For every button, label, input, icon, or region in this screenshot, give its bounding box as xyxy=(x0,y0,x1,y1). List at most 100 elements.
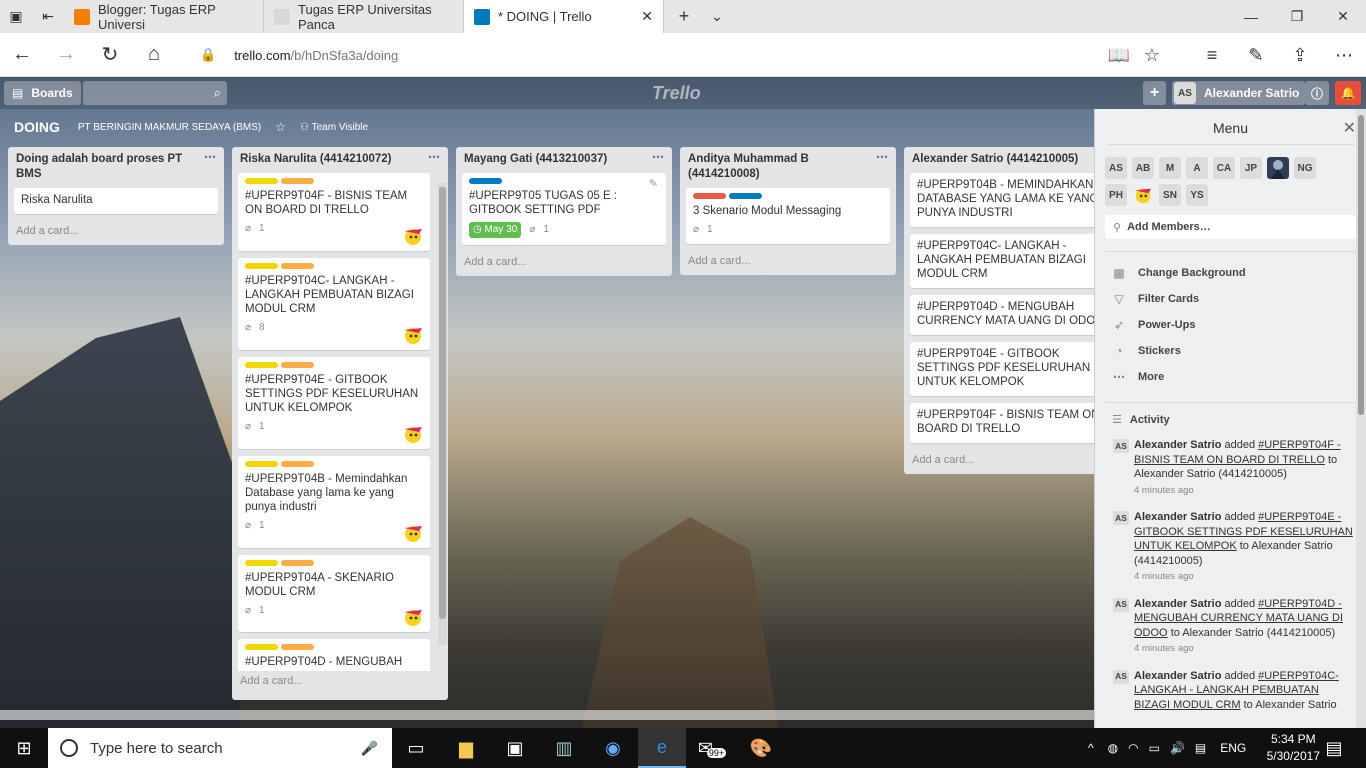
change-background-item[interactable]: ▩ Change Background xyxy=(1095,260,1366,286)
url-field[interactable]: 🔒 trello.com/b/hDnSfa3a/doing xyxy=(200,33,398,77)
avatar[interactable]: NG xyxy=(1294,157,1316,179)
list-header[interactable]: Mayang Gati (4413210037) ⋯ xyxy=(462,147,666,173)
header-search-input[interactable]: ⌕ xyxy=(83,81,227,105)
due-date-badge[interactable]: ◷ May 30 xyxy=(469,222,522,238)
more-item[interactable]: ⋯ More xyxy=(1095,364,1366,390)
notes-icon[interactable]: ▤ xyxy=(1195,741,1206,755)
list-menu-icon[interactable]: ⋯ xyxy=(428,150,440,165)
power-ups-item[interactable]: ➶ Power-Ups xyxy=(1095,312,1366,338)
network-icon[interactable]: ◍ xyxy=(1108,741,1118,755)
avatar[interactable]: PH xyxy=(1105,184,1127,206)
avatar[interactable]: AB xyxy=(1132,157,1154,179)
avatar[interactable]: M xyxy=(1159,157,1181,179)
add-card-button[interactable]: Add a card... xyxy=(910,450,1114,468)
mail-icon[interactable]: ✉ 99+ xyxy=(688,728,736,768)
add-card-button[interactable]: Add a card... xyxy=(462,252,666,270)
list-scrollbar[interactable] xyxy=(438,183,447,645)
more-icon[interactable]: ⋯ xyxy=(1322,33,1366,77)
add-card-button[interactable]: Add a card... xyxy=(686,251,890,269)
avatar[interactable]: AS xyxy=(1113,597,1129,612)
list-header[interactable]: Alexander Satrio (4414210005) xyxy=(910,147,1114,173)
avatar[interactable]: JP xyxy=(1240,157,1262,179)
card[interactable]: #UPERP9T04B - Memindahkan Database yang … xyxy=(238,456,430,548)
avatar[interactable]: AS xyxy=(1113,669,1129,684)
list-menu-icon[interactable]: ⋯ xyxy=(652,150,664,165)
trello-logo[interactable]: Trello xyxy=(652,83,701,104)
browser-tab-tugas[interactable]: Tugas ERP Universitas Panca xyxy=(264,0,464,33)
home-icon[interactable]: ⌂ xyxy=(132,33,176,77)
scrollbar-thumb[interactable] xyxy=(1358,115,1364,415)
card[interactable]: #UPERP9T04F - BISNIS TEAM ON BOARD DI TR… xyxy=(910,403,1114,443)
activity-user[interactable]: Alexander Satrio xyxy=(1134,511,1221,523)
volume-icon[interactable]: 🔊 xyxy=(1170,741,1185,755)
microphone-icon[interactable]: 🎤 xyxy=(361,740,378,757)
set-tabs-aside-icon[interactable]: ⇤ xyxy=(32,0,64,33)
board-team[interactable]: PT BERINGIN MAKMUR SEDAYA (BMS) xyxy=(78,122,261,133)
refresh-icon[interactable]: ↻ xyxy=(88,33,132,77)
browser-app-icon[interactable]: ◉ xyxy=(589,728,637,768)
new-tab-icon[interactable]: + xyxy=(664,0,704,33)
list-menu-icon[interactable]: ⋯ xyxy=(204,150,216,165)
close-window-icon[interactable]: ✕ xyxy=(1320,0,1366,33)
tab-list-chevron-icon[interactable]: ⌄ xyxy=(704,0,730,33)
card[interactable]: #UPERP9T04D - MENGUBAH CURRENCY MATA UAN… xyxy=(910,295,1114,335)
avatar[interactable]: AS xyxy=(1105,157,1127,179)
avatar[interactable]: SN xyxy=(1159,184,1181,206)
browser-tab-trello[interactable]: * DOING | Trello ✕ xyxy=(464,0,664,33)
visibility-button[interactable]: ⚇ Team Visible xyxy=(300,122,368,133)
avatar[interactable]: A xyxy=(1186,157,1208,179)
card[interactable]: #UPERP9T04F - BISNIS TEAM ON BOARD DI TR… xyxy=(238,173,430,251)
clock[interactable]: 5:34 PM 5/30/2017 xyxy=(1267,731,1320,765)
store-icon[interactable]: ▣ xyxy=(491,728,539,768)
back-icon[interactable]: ← xyxy=(0,33,44,77)
add-card-button[interactable]: Add a card... xyxy=(238,671,442,689)
star-icon[interactable]: ☆ xyxy=(275,120,286,134)
card[interactable]: Riska Narulita xyxy=(14,188,218,214)
list-header[interactable]: Anditya Muhammad B (4414210008) ⋯ xyxy=(686,147,890,188)
wifi-icon[interactable]: ◠ xyxy=(1128,741,1138,755)
card[interactable]: #UPERP9T04C- LANGKAH - LANGKAH PEMBUATAN… xyxy=(910,234,1114,288)
avatar[interactable]: CA xyxy=(1213,157,1235,179)
card[interactable]: #UPERP9T04C- LANGKAH - LANGKAH PEMBUATAN… xyxy=(238,258,430,350)
avatar[interactable]: AS xyxy=(1113,439,1129,453)
list-header[interactable]: Doing adalah board proses PT BMS ⋯ xyxy=(14,147,218,188)
action-center-icon[interactable]: ▤ xyxy=(1314,728,1354,768)
avatar-image[interactable] xyxy=(1267,157,1289,179)
card[interactable]: 3 Skenario Modul Messaging ⌀ 1 xyxy=(686,188,890,244)
activity-time[interactable]: 4 minutes ago xyxy=(1134,484,1356,499)
board-title[interactable]: DOING xyxy=(14,119,60,135)
tab-manager-icon[interactable]: ▣ xyxy=(0,0,32,33)
restore-icon[interactable]: ❐ xyxy=(1274,0,1320,33)
board-horizontal-scrollbar[interactable] xyxy=(0,710,1094,720)
card[interactable]: #UPERP9T04B - MEMINDAHKAN DATABASE YANG … xyxy=(910,173,1114,227)
add-members-button[interactable]: ⚲ Add Members… xyxy=(1105,215,1356,239)
activity-time[interactable]: 4 minutes ago xyxy=(1134,570,1356,585)
share-icon[interactable]: ⇪ xyxy=(1278,33,1322,77)
activity-user[interactable]: Alexander Satrio xyxy=(1134,670,1221,682)
paint-icon[interactable]: 🎨 xyxy=(737,728,785,768)
app-icon[interactable]: ▥ xyxy=(540,728,588,768)
favorite-star-icon[interactable]: ☆ xyxy=(1130,33,1174,77)
list-header[interactable]: Riska Narulita (4414210072) ⋯ xyxy=(238,147,442,173)
avatar[interactable]: AS xyxy=(1113,511,1129,525)
boards-button[interactable]: ▤ Boards xyxy=(4,81,81,105)
add-card-button[interactable]: Add a card... xyxy=(14,221,218,239)
add-icon[interactable]: + xyxy=(1143,81,1166,105)
web-note-icon[interactable]: ✎ xyxy=(1234,33,1278,77)
member-menu-button[interactable]: AS Alexander Satrio xyxy=(1172,81,1306,105)
card[interactable]: #UPERP9T04E - GITBOOK SETTINGS PDF KESEL… xyxy=(238,357,430,449)
menu-scrollbar[interactable] xyxy=(1356,109,1366,728)
activity-user[interactable]: Alexander Satrio xyxy=(1134,598,1221,610)
filter-cards-item[interactable]: ▽ Filter Cards xyxy=(1095,286,1366,312)
task-view-icon[interactable]: ▭ xyxy=(392,728,440,768)
scrollbar-thumb[interactable] xyxy=(439,187,446,619)
windows-start-icon[interactable]: ⊞ xyxy=(0,728,48,768)
close-icon[interactable]: ✕ xyxy=(1343,118,1356,138)
browser-tab-blogger[interactable]: Blogger: Tugas ERP Universi xyxy=(64,0,264,33)
list-menu-icon[interactable]: ⋯ xyxy=(876,150,888,165)
avatar-sticker[interactable] xyxy=(1132,184,1154,206)
edge-icon[interactable]: e xyxy=(638,728,686,768)
activity-time[interactable]: 4 minutes ago xyxy=(1134,642,1356,657)
card[interactable]: #UPERP9T04D - MENGUBAH xyxy=(238,639,430,671)
close-tab-icon[interactable]: ✕ xyxy=(641,8,653,25)
